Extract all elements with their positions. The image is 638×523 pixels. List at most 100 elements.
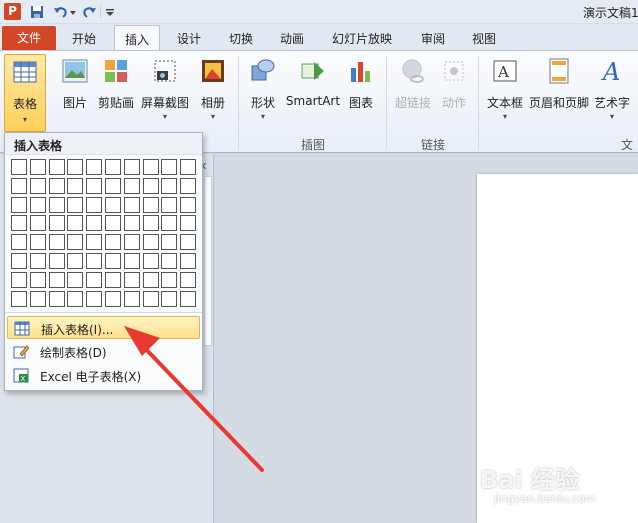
- tab-review[interactable]: 审阅: [421, 30, 445, 47]
- grid-cell[interactable]: [67, 196, 84, 213]
- grid-cell[interactable]: [161, 159, 178, 175]
- grid-cell[interactable]: [142, 159, 159, 175]
- grid-cell[interactable]: [161, 253, 178, 269]
- tab-animations[interactable]: 动画: [280, 30, 304, 47]
- customize-quick-access-icon[interactable]: [105, 4, 115, 20]
- grid-cell[interactable]: [180, 290, 197, 307]
- grid-cell[interactable]: [86, 159, 103, 175]
- grid-cell[interactable]: [142, 215, 159, 232]
- grid-cell[interactable]: [142, 290, 159, 307]
- grid-cell[interactable]: [86, 290, 103, 307]
- grid-cell[interactable]: [180, 253, 197, 269]
- smartart-button[interactable]: SmartArt: [285, 56, 341, 126]
- grid-cell[interactable]: [67, 253, 84, 269]
- grid-cell[interactable]: [123, 290, 140, 307]
- grid-cell[interactable]: [86, 271, 103, 288]
- powerpoint-logo-icon[interactable]: P: [4, 3, 21, 20]
- grid-cell[interactable]: [11, 159, 27, 175]
- textbox-button[interactable]: A 文本框 ▾: [484, 56, 526, 128]
- grid-cell[interactable]: [48, 196, 65, 213]
- tab-transitions[interactable]: 切换: [229, 30, 253, 47]
- grid-cell[interactable]: [142, 234, 159, 251]
- grid-cell[interactable]: [48, 234, 65, 251]
- slide-thumbnail[interactable]: [204, 176, 212, 346]
- grid-cell[interactable]: [161, 234, 178, 251]
- grid-cell[interactable]: [105, 234, 121, 251]
- clipart-button[interactable]: 剪贴画: [96, 56, 136, 126]
- grid-cell[interactable]: [29, 253, 46, 269]
- hyperlink-button[interactable]: 超链接: [392, 56, 434, 126]
- grid-cell[interactable]: [105, 290, 121, 307]
- grid-cell[interactable]: [142, 196, 159, 213]
- table-size-grid[interactable]: [11, 159, 197, 309]
- grid-cell[interactable]: [123, 271, 140, 288]
- grid-cell[interactable]: [29, 159, 46, 175]
- chart-button[interactable]: 图表: [343, 56, 379, 126]
- grid-cell[interactable]: [161, 290, 178, 307]
- grid-cell[interactable]: [48, 271, 65, 288]
- grid-cell[interactable]: [105, 271, 121, 288]
- grid-cell[interactable]: [86, 253, 103, 269]
- grid-cell[interactable]: [123, 215, 140, 232]
- grid-cell[interactable]: [67, 290, 84, 307]
- grid-cell[interactable]: [11, 253, 27, 269]
- grid-cell[interactable]: [48, 253, 65, 269]
- grid-cell[interactable]: [48, 177, 65, 194]
- grid-cell[interactable]: [29, 271, 46, 288]
- grid-cell[interactable]: [67, 215, 84, 232]
- grid-cell[interactable]: [180, 234, 197, 251]
- shapes-button[interactable]: 形状 ▾: [245, 56, 281, 128]
- grid-cell[interactable]: [105, 215, 121, 232]
- redo-icon[interactable]: [82, 4, 98, 20]
- grid-cell[interactable]: [161, 215, 178, 232]
- grid-cell[interactable]: [142, 271, 159, 288]
- grid-cell[interactable]: [29, 215, 46, 232]
- grid-cell[interactable]: [123, 159, 140, 175]
- picture-button[interactable]: 图片: [57, 56, 93, 126]
- grid-cell[interactable]: [11, 290, 27, 307]
- grid-cell[interactable]: [29, 177, 46, 194]
- insert-table-menu-item[interactable]: 插入表格(I)...: [7, 316, 200, 339]
- grid-cell[interactable]: [86, 234, 103, 251]
- wordart-button[interactable]: A 艺术字 ▾: [592, 56, 632, 128]
- grid-cell[interactable]: [11, 196, 27, 213]
- grid-cell[interactable]: [67, 271, 84, 288]
- grid-cell[interactable]: [11, 177, 27, 194]
- grid-cell[interactable]: [105, 177, 121, 194]
- grid-cell[interactable]: [180, 196, 197, 213]
- grid-cell[interactable]: [142, 253, 159, 269]
- grid-cell[interactable]: [48, 215, 65, 232]
- grid-cell[interactable]: [29, 290, 46, 307]
- grid-cell[interactable]: [105, 159, 121, 175]
- tab-insert[interactable]: 插入: [114, 25, 161, 51]
- table-button[interactable]: 表格 ▾: [4, 54, 46, 132]
- grid-cell[interactable]: [86, 177, 103, 194]
- header-footer-button[interactable]: 页眉和页脚: [528, 56, 590, 126]
- excel-spreadsheet-menu-item[interactable]: X Excel 电子表格(X): [7, 364, 200, 387]
- grid-cell[interactable]: [67, 159, 84, 175]
- grid-cell[interactable]: [86, 215, 103, 232]
- grid-cell[interactable]: [29, 234, 46, 251]
- grid-cell[interactable]: [161, 177, 178, 194]
- save-icon[interactable]: [30, 4, 44, 20]
- grid-cell[interactable]: [161, 271, 178, 288]
- grid-cell[interactable]: [48, 290, 65, 307]
- grid-cell[interactable]: [67, 177, 84, 194]
- grid-cell[interactable]: [67, 234, 84, 251]
- draw-table-menu-item[interactable]: 绘制表格(D): [7, 340, 200, 363]
- tab-slideshow[interactable]: 幻灯片放映: [332, 30, 392, 47]
- grid-cell[interactable]: [86, 196, 103, 213]
- album-button[interactable]: 相册 ▾: [195, 56, 231, 128]
- screenshot-button[interactable]: 屏幕截图 ▾: [139, 56, 191, 128]
- action-button[interactable]: 动作: [437, 56, 471, 126]
- grid-cell[interactable]: [123, 177, 140, 194]
- grid-cell[interactable]: [123, 196, 140, 213]
- tab-home[interactable]: 开始: [72, 30, 96, 47]
- grid-cell[interactable]: [180, 159, 197, 175]
- grid-cell[interactable]: [29, 196, 46, 213]
- grid-cell[interactable]: [180, 177, 197, 194]
- grid-cell[interactable]: [11, 215, 27, 232]
- grid-cell[interactable]: [11, 271, 27, 288]
- undo-dropdown-icon[interactable]: [69, 4, 77, 20]
- grid-cell[interactable]: [180, 215, 197, 232]
